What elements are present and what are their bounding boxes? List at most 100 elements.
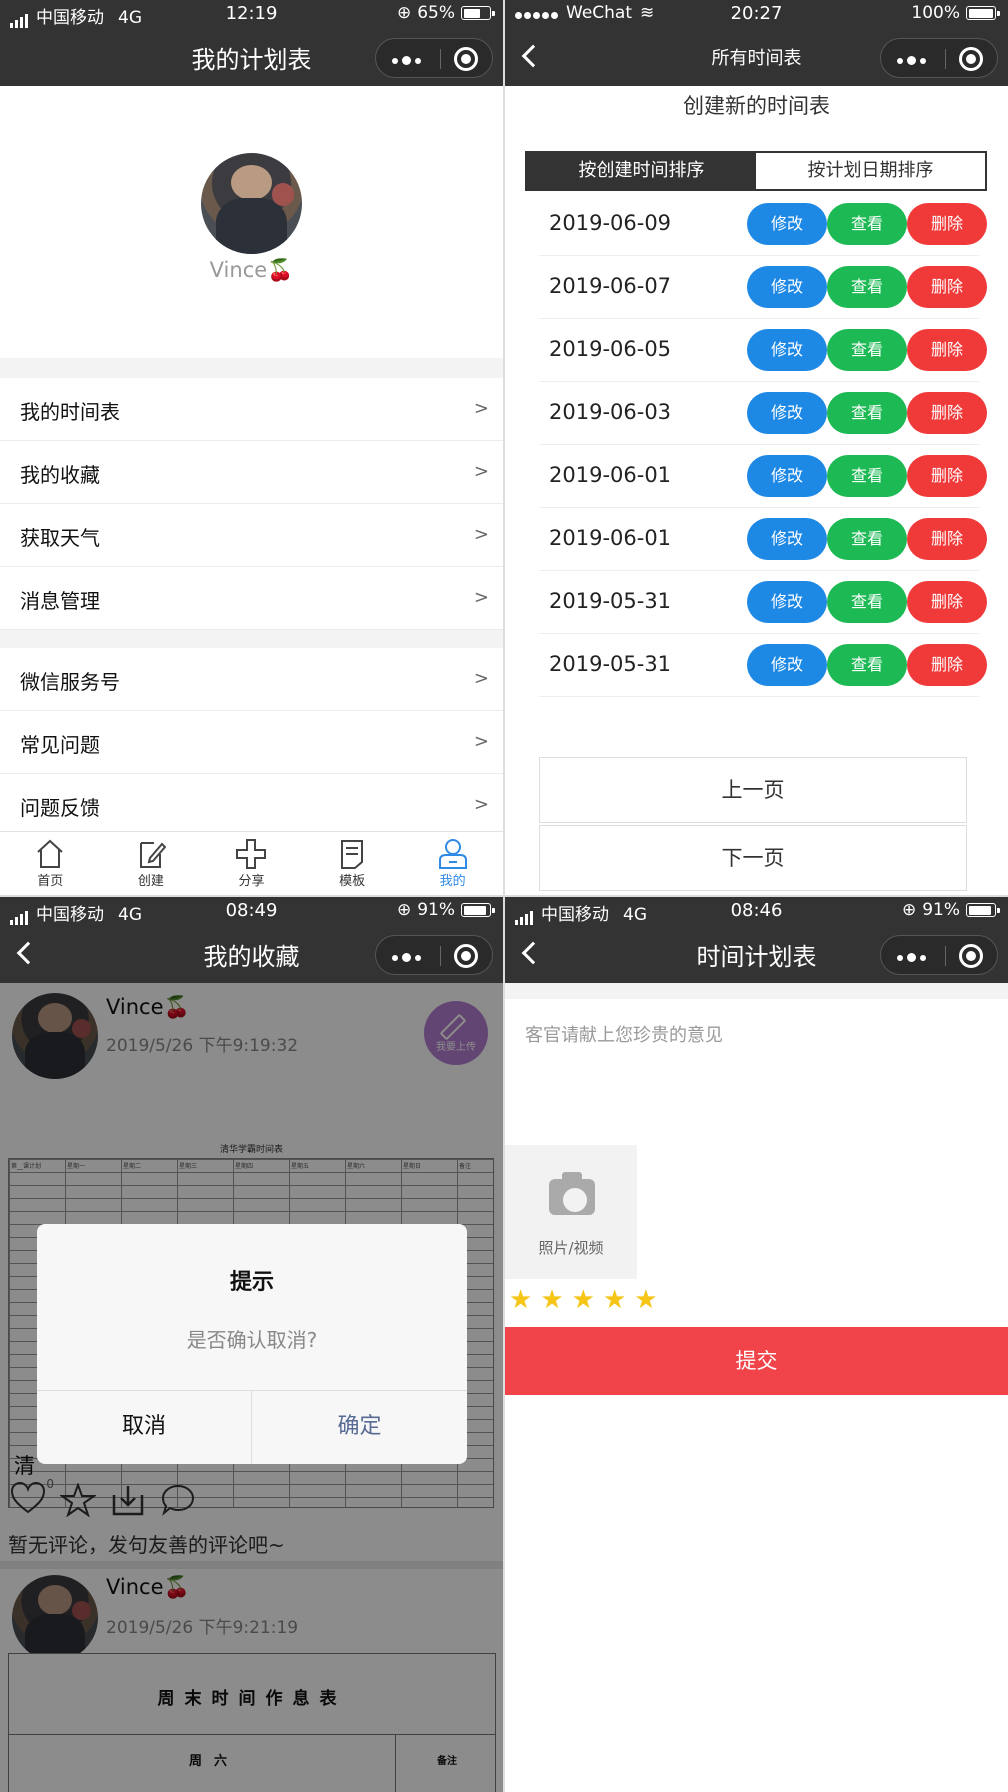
view-button[interactable]: 查看 — [827, 455, 907, 497]
view-button[interactable]: 查看 — [827, 329, 907, 371]
view-button[interactable]: 查看 — [827, 581, 907, 623]
chevron-right-icon: > — [473, 668, 489, 689]
edit-button[interactable]: 修改 — [747, 266, 827, 308]
menu-label: 获取天气 — [20, 526, 100, 550]
tab-label: 首页 — [37, 874, 64, 889]
view-button[interactable]: 查看 — [827, 644, 907, 686]
photo-video-picker[interactable]: 照片/视频 — [505, 1145, 637, 1279]
tab-mine[interactable]: 我的 — [402, 832, 503, 895]
nav-bar: 我的计划表 — [0, 28, 503, 86]
star-icon[interactable]: ★ — [540, 1285, 563, 1315]
battery-percent: 100% — [911, 3, 960, 23]
all-schedules-screen: WeChat ≋ 20:27 100% 所有时间表 创建新的时间表 按创建时间排序… — [505, 0, 1008, 895]
menu-item-messages[interactable]: 消息管理 > — [0, 567, 503, 630]
edit-button[interactable]: 修改 — [747, 518, 827, 560]
mini-program-capsule — [375, 38, 493, 78]
delete-button[interactable]: 删除 — [907, 203, 987, 245]
camera-icon — [549, 1172, 595, 1215]
battery-percent: 65% — [417, 3, 455, 23]
close-mini-program-icon[interactable] — [959, 944, 983, 968]
status-bar: WeChat ≋ 20:27 100% — [505, 0, 1008, 28]
create-schedule-link[interactable]: 创建新的时间表 — [505, 90, 1008, 120]
view-button[interactable]: 查看 — [827, 203, 907, 245]
sort-by-created-button[interactable]: 按创建时间排序 — [527, 153, 756, 189]
view-button[interactable]: 查看 — [827, 392, 907, 434]
mini-program-capsule — [375, 935, 493, 975]
cancel-button[interactable]: 取消 — [37, 1390, 251, 1464]
tab-label: 创建 — [137, 874, 164, 889]
close-mini-program-icon[interactable] — [959, 47, 983, 71]
tab-create[interactable]: 创建 — [101, 832, 202, 895]
document-icon — [341, 840, 364, 869]
user-name: Vince🍒 — [209, 258, 294, 282]
tab-label: 模板 — [339, 874, 366, 889]
photo-video-label: 照片/视频 — [538, 1239, 604, 1257]
delete-button[interactable]: 删除 — [907, 329, 987, 371]
menu-label: 常见问题 — [20, 733, 100, 757]
sort-by-plan-date-button[interactable]: 按计划日期排序 — [756, 153, 985, 189]
section-gap — [0, 358, 503, 378]
chevron-right-icon: > — [473, 587, 489, 608]
chevron-right-icon: > — [473, 524, 489, 545]
tab-share[interactable]: 分享 — [201, 832, 302, 895]
delete-button[interactable]: 删除 — [907, 266, 987, 308]
menu-item-favorites[interactable]: 我的收藏 > — [0, 441, 503, 504]
more-icon[interactable] — [392, 953, 421, 962]
sort-toggle: 按创建时间排序 按计划日期排序 — [525, 151, 987, 191]
menu-item-weather[interactable]: 获取天气 > — [0, 504, 503, 567]
dialog-title: 提示 — [229, 1270, 274, 1295]
view-button[interactable]: 查看 — [827, 266, 907, 308]
chevron-right-icon: > — [473, 794, 489, 815]
menu-item-my-schedule[interactable]: 我的时间表 > — [0, 378, 503, 441]
menu-item-service-account[interactable]: 微信服务号 > — [0, 648, 503, 711]
user-icon — [438, 839, 467, 869]
rotation-lock-icon: ⊕ — [396, 3, 412, 23]
rotation-lock-icon: ⊕ — [901, 900, 917, 920]
star-icon[interactable]: ★ — [572, 1285, 595, 1315]
edit-button[interactable]: 修改 — [747, 581, 827, 623]
section-gap — [505, 983, 1008, 999]
edit-button[interactable]: 修改 — [747, 455, 827, 497]
mini-program-capsule — [880, 935, 998, 975]
menu-item-feedback[interactable]: 问题反馈 > — [0, 774, 503, 837]
close-mini-program-icon[interactable] — [454, 47, 478, 71]
feedback-textarea[interactable]: 客官请献上您珍贵的意见 — [525, 1021, 723, 1047]
submit-button[interactable]: 提交 — [505, 1327, 1008, 1395]
edit-button[interactable]: 修改 — [747, 644, 827, 686]
tab-home[interactable]: 首页 — [0, 832, 101, 895]
star-icon[interactable]: ★ — [634, 1285, 657, 1315]
profile-header: Vince🍒 — [0, 86, 503, 360]
feedback-screen: 中国移动 4G 08:46 ⊕ 91% 时间计划表 客官请献上您珍贵的意见 照片/视… — [505, 897, 1008, 1792]
chevron-right-icon: > — [473, 461, 489, 482]
star-icon[interactable]: ★ — [603, 1285, 626, 1315]
confirm-button[interactable]: 确定 — [252, 1390, 467, 1464]
edit-button[interactable]: 修改 — [747, 392, 827, 434]
menu-item-faq[interactable]: 常见问题 > — [0, 711, 503, 774]
prev-page-button[interactable]: 上一页 — [539, 757, 967, 823]
avatar[interactable] — [201, 153, 302, 254]
chevron-right-icon: > — [473, 731, 489, 752]
more-icon[interactable] — [392, 56, 421, 65]
edit-button[interactable]: 修改 — [747, 329, 827, 371]
view-button[interactable]: 查看 — [827, 518, 907, 560]
more-icon[interactable] — [897, 953, 926, 962]
delete-button[interactable]: 删除 — [907, 518, 987, 560]
delete-button[interactable]: 删除 — [907, 455, 987, 497]
schedule-date: 2019-06-03 — [549, 400, 672, 424]
confirm-dialog: 提示 是否确认取消? 取消 确定 — [37, 1224, 467, 1464]
close-mini-program-icon[interactable] — [454, 944, 478, 968]
menu-label: 我的时间表 — [20, 400, 120, 424]
delete-button[interactable]: 删除 — [907, 581, 987, 623]
delete-button[interactable]: 删除 — [907, 644, 987, 686]
tab-templates[interactable]: 模板 — [302, 832, 403, 895]
edit-button[interactable]: 修改 — [747, 203, 827, 245]
schedule-row: 2019-06-07 修改 查看 删除 — [539, 256, 987, 319]
schedule-row: 2019-06-05 修改 查看 删除 — [539, 319, 987, 382]
delete-button[interactable]: 删除 — [907, 392, 987, 434]
next-page-button[interactable]: 下一页 — [539, 825, 967, 891]
battery-icon — [461, 903, 495, 917]
star-icon[interactable]: ★ — [509, 1285, 532, 1315]
dialog-message: 是否确认取消? — [186, 1328, 318, 1352]
more-icon[interactable] — [897, 56, 926, 65]
schedule-row: 2019-06-01 修改 查看 删除 — [539, 508, 987, 571]
